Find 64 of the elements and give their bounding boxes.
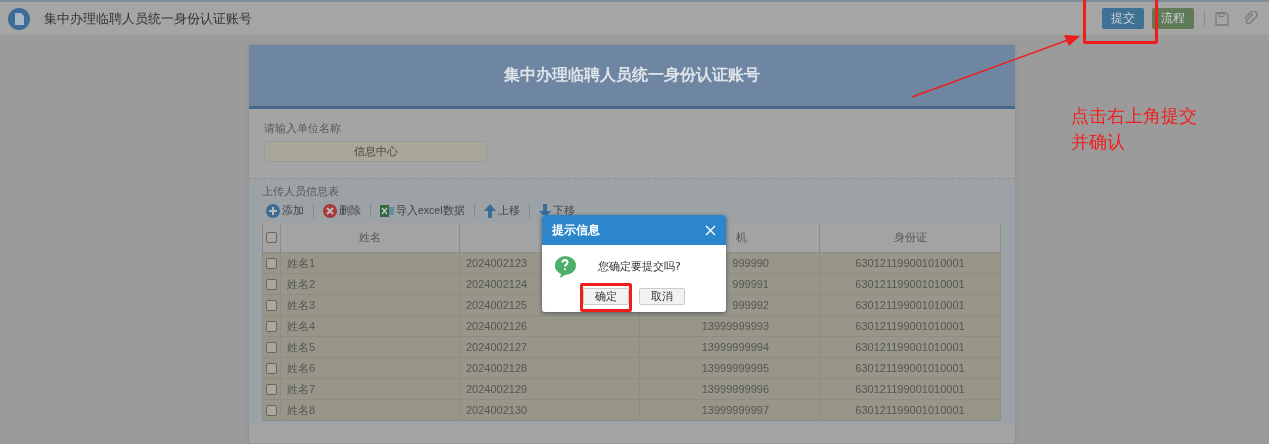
table-cell: 2024002129 — [460, 379, 640, 400]
table-cell: 姓名2 — [281, 274, 460, 295]
toolbar-button[interactable]: 添加 — [262, 204, 308, 218]
checkbox[interactable] — [266, 383, 277, 395]
table-cell: 630121199001010001 — [820, 274, 1001, 295]
toolbar-button[interactable]: 删除 — [319, 204, 365, 218]
form-header: 集中办理临聘人员统一身份认证账号 — [249, 45, 1015, 109]
question-icon — [553, 255, 577, 278]
table-cell: 630121199001010001 — [820, 379, 1001, 400]
table-cell: 2024002130 — [460, 400, 640, 421]
table-cell: 姓名7 — [281, 379, 460, 400]
table-cell: 630121199001010001 — [820, 316, 1001, 337]
checkbox[interactable] — [266, 362, 277, 374]
table-cell: 13999999996 — [640, 379, 820, 400]
unit-name-field[interactable]: 信息中心 — [264, 141, 487, 162]
checkbox[interactable] — [266, 299, 277, 311]
table-cell: 13999999995 — [640, 358, 820, 379]
checkbox[interactable] — [266, 341, 277, 353]
table-cell: 13999999993 — [640, 316, 820, 337]
toolbar-button[interactable]: 下移 — [534, 204, 579, 218]
column-header: 身份证 — [820, 223, 1001, 253]
checkbox[interactable] — [266, 257, 277, 269]
up-arrow-icon — [483, 204, 496, 218]
process-button[interactable]: 流程 — [1152, 8, 1194, 29]
document-icon — [8, 7, 30, 30]
table-cell: 2024002127 — [460, 337, 640, 358]
add-icon — [266, 204, 280, 218]
annotation-note: 点击右上角提交 并确认 — [1071, 104, 1197, 154]
table-cell: 13999999994 — [640, 337, 820, 358]
down-arrow-icon — [538, 204, 551, 218]
table-cell: 630121199001010001 — [820, 253, 1001, 274]
column-header: 姓名 — [281, 223, 460, 253]
page-title: 集中办理临聘人员统一身份认证账号 — [44, 9, 253, 28]
submit-button[interactable]: 提交 — [1102, 8, 1144, 29]
table-cell: 13999999997 — [640, 400, 820, 421]
checkbox[interactable] — [266, 404, 277, 416]
highlight-box — [580, 283, 632, 312]
section-label: 上传人员信息表 — [262, 184, 340, 199]
table-cell: 姓名6 — [281, 358, 460, 379]
table-cell: 2024002128 — [460, 358, 640, 379]
checkbox[interactable] — [266, 320, 277, 332]
table-cell: 姓名4 — [281, 316, 460, 337]
close-icon[interactable] — [705, 224, 716, 236]
table-cell: 630121199001010001 — [820, 337, 1001, 358]
toolbar-button[interactable]: 上移 — [479, 204, 524, 218]
checkbox[interactable] — [266, 278, 277, 290]
dialog-title: 提示信息 — [552, 221, 600, 239]
table-cell: 姓名5 — [281, 337, 460, 358]
ok-button[interactable]: 确定 — [583, 288, 629, 305]
checkbox[interactable] — [266, 232, 277, 243]
cancel-button[interactable]: 取消 — [639, 288, 685, 305]
paperclip-icon[interactable] — [1243, 10, 1259, 27]
field-label: 请输入单位名称 — [264, 121, 342, 136]
toolbar-button[interactable]: 导入excel数据 — [376, 204, 469, 218]
save-icon[interactable] — [1215, 11, 1229, 26]
spreadsheet-icon — [380, 204, 394, 218]
table-cell: 姓名1 — [281, 253, 460, 274]
table-cell: 630121199001010001 — [820, 358, 1001, 379]
table-cell: 630121199001010001 — [820, 400, 1001, 421]
table-cell: 姓名8 — [281, 400, 460, 421]
table-cell: 姓名3 — [281, 295, 460, 316]
table-cell: 630121199001010001 — [820, 295, 1001, 316]
table-cell: 2024002126 — [460, 316, 640, 337]
delete-icon — [323, 204, 337, 218]
